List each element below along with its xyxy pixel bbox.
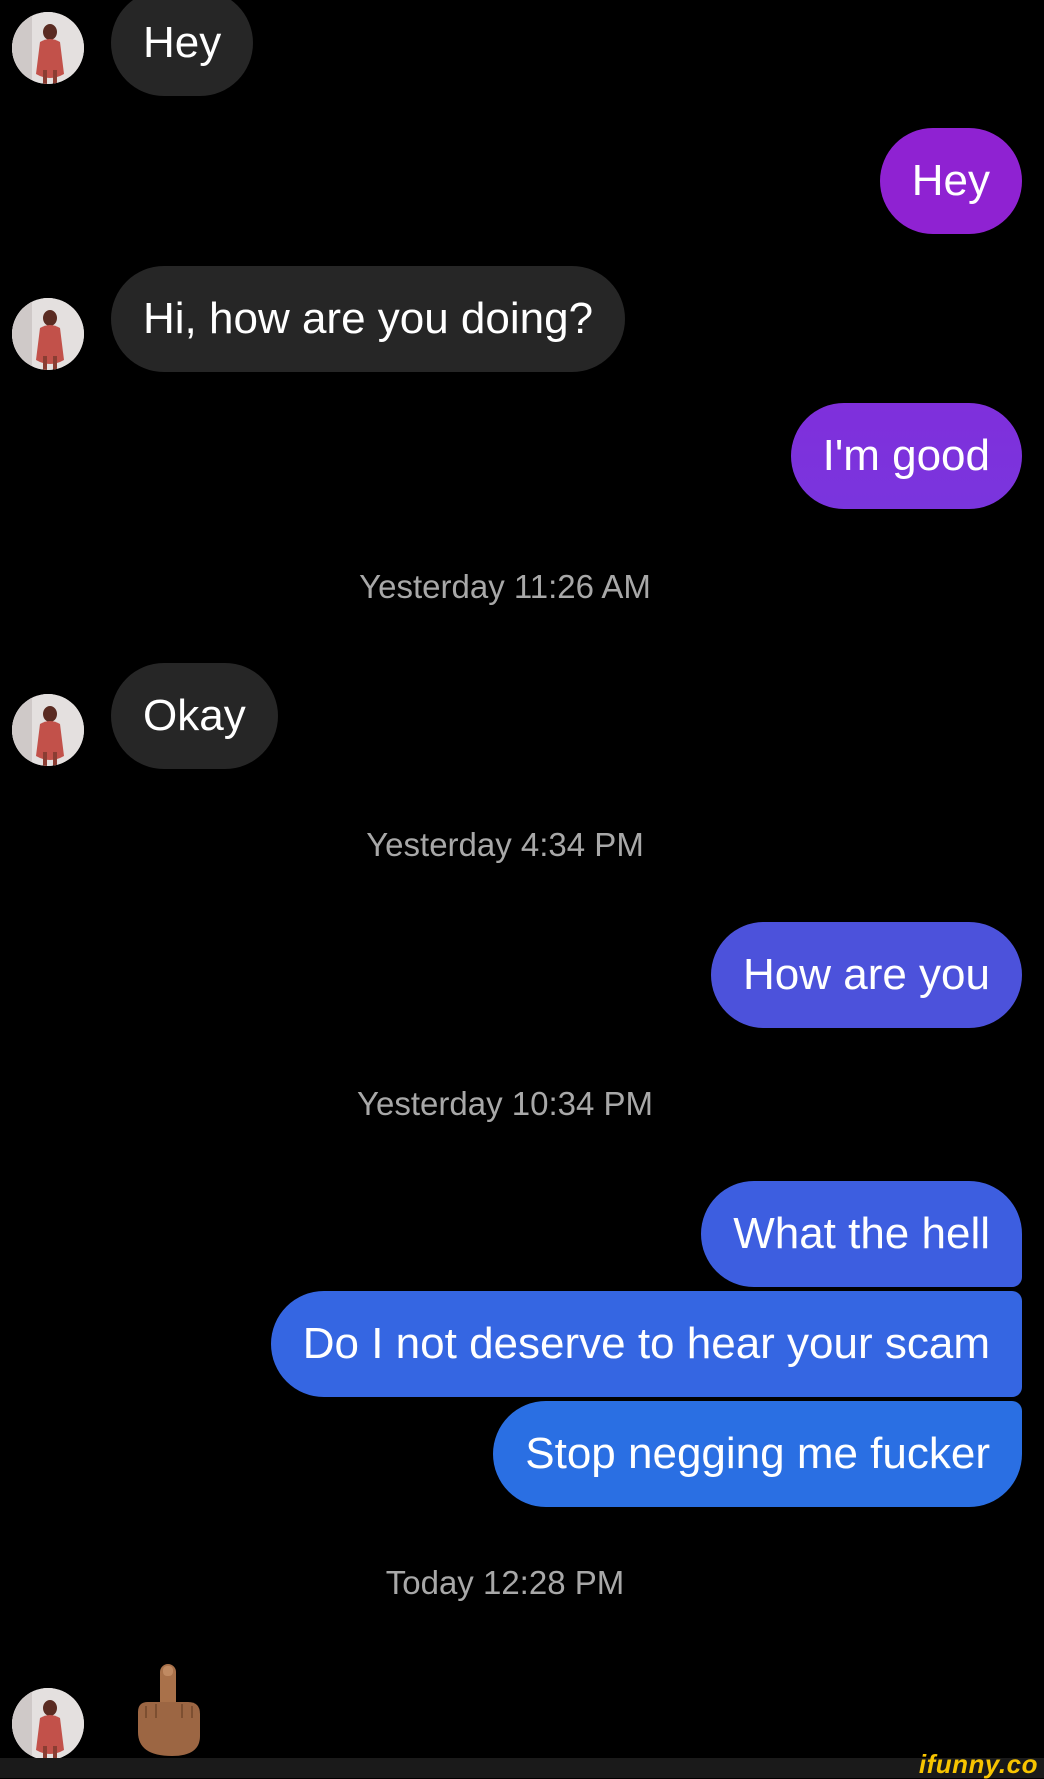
avatar-photo-icon	[12, 1688, 84, 1760]
message-text: Hi, how are you doing?	[143, 294, 594, 343]
message-text: Hey	[911, 156, 990, 205]
message-text: What the hell	[733, 1209, 990, 1258]
contact-avatar[interactable]	[12, 12, 84, 84]
message-text: I'm good	[822, 431, 990, 480]
avatar-photo-icon	[12, 694, 84, 766]
timestamp: Yesterday 10:34 PM	[357, 1085, 653, 1122]
watermark: ifunny.co	[918, 1749, 1038, 1779]
message-text: How are you	[742, 950, 990, 999]
message-text: Do I not deserve to hear your scam	[302, 1319, 990, 1368]
incoming-message[interactable]: Hey	[111, 0, 254, 96]
incoming-message[interactable]: Hi, how are you doing?	[111, 266, 626, 372]
message-text: Okay	[143, 691, 246, 740]
outgoing-message[interactable]: How are you	[710, 922, 1022, 1028]
bottom-bar	[0, 1758, 1044, 1778]
outgoing-message[interactable]: What the hell	[701, 1181, 1022, 1287]
outgoing-message[interactable]: I'm good	[790, 403, 1022, 509]
middle-finger-emoji-icon[interactable]	[130, 1660, 206, 1758]
incoming-message[interactable]: Okay	[111, 663, 278, 769]
contact-avatar[interactable]	[12, 1688, 84, 1760]
contact-avatar[interactable]	[12, 298, 84, 370]
contact-avatar[interactable]	[12, 694, 84, 766]
message-text: Hey	[143, 18, 222, 67]
timestamp: Yesterday 11:26 AM	[359, 568, 651, 605]
outgoing-message[interactable]: Do I not deserve to hear your scam	[270, 1291, 1022, 1397]
timestamp: Yesterday 4:34 PM	[366, 826, 644, 863]
outgoing-message[interactable]: Hey	[879, 128, 1022, 234]
message-text: Stop negging me fucker	[525, 1429, 990, 1478]
avatar-photo-icon	[12, 12, 84, 84]
avatar-photo-icon	[12, 298, 84, 370]
timestamp: Today 12:28 PM	[385, 1564, 625, 1601]
outgoing-message[interactable]: Stop negging me fucker	[493, 1401, 1022, 1507]
